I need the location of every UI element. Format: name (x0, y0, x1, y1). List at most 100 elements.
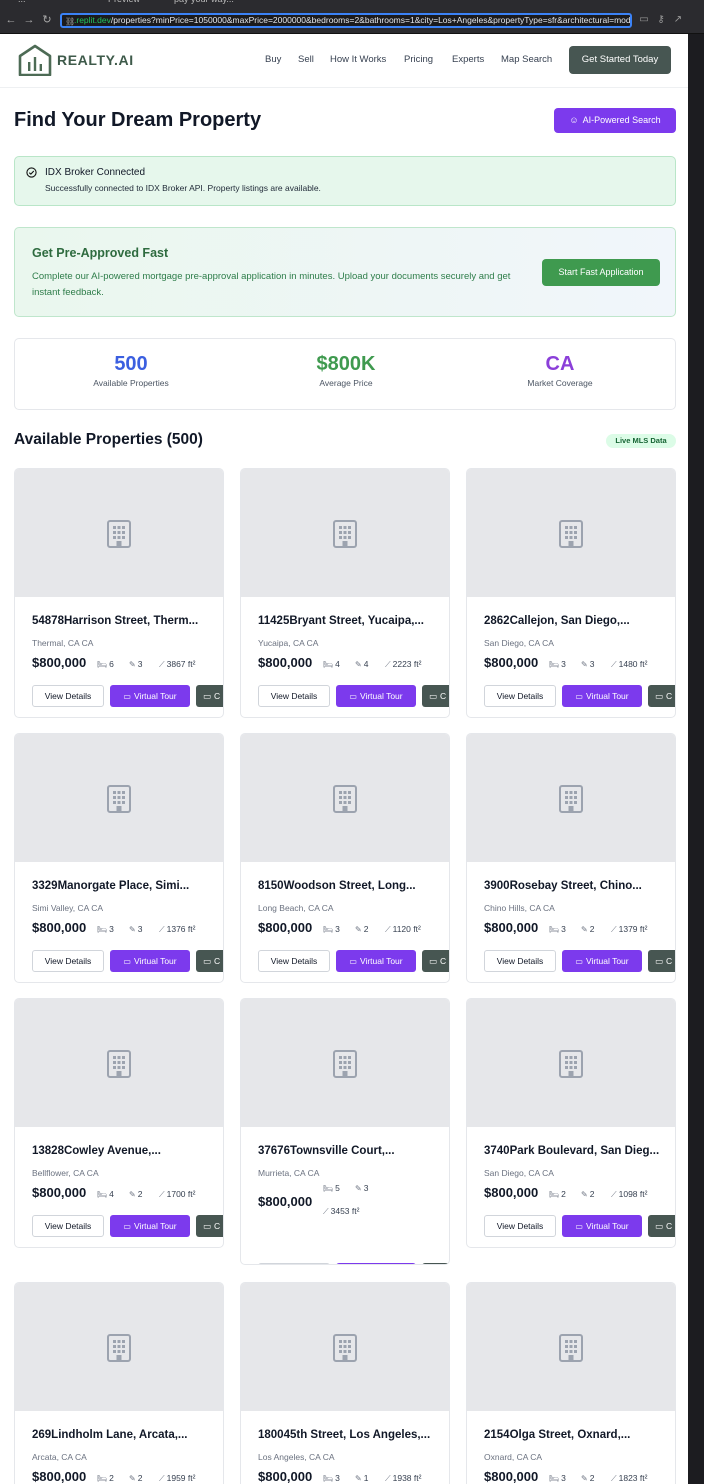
page-viewport: REALTY.AI Buy Sell How It Works Pricing … (0, 34, 688, 1484)
extra-action-label: C (666, 1221, 673, 1231)
virtual-tour-button[interactable]: ▭Virtual Tour (336, 685, 416, 707)
property-card[interactable]: 54878Harrison Street, Therm... Thermal, … (14, 468, 224, 718)
property-card[interactable]: 3329Manorgate Place, Simi... Simi Valley… (14, 733, 224, 983)
property-image-placeholder[interactable] (15, 734, 223, 862)
card-icon: ▭ (203, 956, 212, 966)
nav-pricing[interactable]: Pricing (404, 54, 433, 65)
property-card[interactable]: 3740Park Boulevard, San Dieg... San Dieg… (466, 998, 676, 1248)
url-bar[interactable]: ⛓ .replit.dev/properties?minPrice=105000… (60, 13, 632, 28)
nav-how-it-works[interactable]: How It Works (330, 54, 386, 65)
view-details-button[interactable]: View Details (32, 1215, 104, 1237)
extra-action-button[interactable]: ▭C (196, 1215, 223, 1237)
virtual-tour-button[interactable]: ▭Virtual Tour (336, 1263, 416, 1264)
property-card[interactable]: 2862Callejon, San Diego,... San Diego, C… (466, 468, 676, 718)
property-address[interactable]: 2862Callejon, San Diego,... (484, 615, 672, 627)
virtual-tour-button[interactable]: ▭Virtual Tour (562, 685, 642, 707)
extra-action-button[interactable]: ▭C (422, 685, 449, 707)
property-card[interactable]: 37676Townsville Court,... Murrieta, CA C… (240, 998, 450, 1265)
property-address[interactable]: 3329Manorgate Place, Simi... (32, 880, 220, 892)
view-details-button[interactable]: View Details (32, 685, 104, 707)
property-address[interactable]: 54878Harrison Street, Therm... (32, 615, 220, 627)
browser-tab[interactable]: ... (18, 0, 26, 8)
ai-search-button[interactable]: ☺ AI-Powered Search (554, 108, 676, 133)
property-price: $800,000 (258, 1469, 313, 1484)
property-image-placeholder[interactable] (15, 1283, 223, 1411)
property-card[interactable]: 11425Bryant Street, Yucaipa,... Yucaipa,… (240, 468, 450, 718)
view-details-button[interactable]: View Details (484, 685, 556, 707)
property-image-placeholder[interactable] (241, 734, 449, 862)
property-image-placeholder[interactable] (467, 1283, 675, 1411)
property-address[interactable]: 3740Park Boulevard, San Dieg... (484, 1145, 672, 1157)
property-address[interactable]: 2154Olga Street, Oxnard,... (484, 1429, 672, 1441)
get-started-button[interactable]: Get Started Today (569, 46, 671, 74)
property-address[interactable]: 3900Rosebay Street, Chino... (484, 880, 672, 892)
baths-spec: ✎ 3 (355, 1183, 368, 1193)
view-details-button[interactable]: View Details (484, 1215, 556, 1237)
property-image-placeholder[interactable] (15, 469, 223, 597)
nav-sell[interactable]: Sell (298, 54, 314, 65)
extra-action-button[interactable]: ▭C (196, 685, 223, 707)
nav-buy[interactable]: Buy (265, 54, 281, 65)
property-address[interactable]: 37676Townsville Court,... (258, 1145, 446, 1157)
property-card[interactable]: 269Lindholm Lane, Arcata,... Arcata, CA … (14, 1282, 224, 1484)
sqft-value: 1700 ft² (166, 1189, 196, 1199)
external-link-icon[interactable]: ↗ (672, 14, 684, 26)
property-card[interactable]: 180045th Street, Los Angeles,... Los Ang… (240, 1282, 450, 1484)
baths-spec: ✎ 1 (355, 1473, 368, 1483)
virtual-tour-button[interactable]: ▭Virtual Tour (562, 950, 642, 972)
virtual-tour-button[interactable]: ▭Virtual Tour (336, 950, 416, 972)
forward-icon[interactable]: → (22, 13, 36, 27)
extra-action-button[interactable]: ▭C (422, 1263, 449, 1264)
extra-action-button[interactable]: ▭C (648, 950, 675, 972)
property-image-placeholder[interactable] (241, 1283, 449, 1411)
bed-icon: 🛏 (549, 660, 560, 669)
extra-action-label: C (214, 691, 221, 701)
property-address[interactable]: 269Lindholm Lane, Arcata,... (32, 1429, 220, 1441)
property-address[interactable]: 11425Bryant Street, Yucaipa,... (258, 615, 446, 627)
property-image-placeholder[interactable] (15, 999, 223, 1127)
video-camera-icon: ▭ (575, 957, 583, 966)
property-image-placeholder[interactable] (467, 469, 675, 597)
sqft-value: 2223 ft² (392, 659, 422, 669)
sqft-value: 3453 ft² (330, 1206, 360, 1216)
browser-tab[interactable]: pay your way... (174, 0, 234, 8)
extra-action-button[interactable]: ▭C (422, 950, 449, 972)
screen-icon[interactable]: ▭ (638, 14, 650, 26)
extra-action-button[interactable]: ▭C (196, 950, 223, 972)
view-details-button[interactable]: View Details (258, 685, 330, 707)
virtual-tour-button[interactable]: ▭Virtual Tour (110, 1215, 190, 1237)
property-image-placeholder[interactable] (241, 999, 449, 1127)
property-card[interactable]: 2154Olga Street, Oxnard,... Oxnard, CA C… (466, 1282, 676, 1484)
virtual-tour-button[interactable]: ▭Virtual Tour (110, 685, 190, 707)
key-icon[interactable]: ⚷ (655, 14, 667, 26)
property-image-placeholder[interactable] (241, 469, 449, 597)
property-card[interactable]: 8150Woodson Street, Long... Long Beach, … (240, 733, 450, 983)
logo-text[interactable]: REALTY.AI (57, 52, 134, 68)
property-image-placeholder[interactable] (467, 734, 675, 862)
view-details-button[interactable]: View Details (32, 950, 104, 972)
property-card[interactable]: 3900Rosebay Street, Chino... Chino Hills… (466, 733, 676, 983)
house-chart-logo-icon[interactable] (18, 44, 52, 76)
nav-experts[interactable]: Experts (452, 54, 484, 65)
start-application-button[interactable]: Start Fast Application (542, 259, 660, 286)
sqft-spec: ⟋ 1823 ft² (611, 1473, 647, 1484)
property-address[interactable]: 180045th Street, Los Angeles,... (258, 1429, 446, 1441)
view-details-button[interactable]: View Details (258, 950, 330, 972)
property-address[interactable]: 13828Cowley Avenue,... (32, 1145, 220, 1157)
property-address[interactable]: 8150Woodson Street, Long... (258, 880, 446, 892)
view-details-button[interactable]: View Details (258, 1263, 330, 1264)
virtual-tour-button[interactable]: ▭Virtual Tour (562, 1215, 642, 1237)
reload-icon[interactable]: ↻ (40, 13, 54, 27)
property-image-placeholder[interactable] (467, 999, 675, 1127)
building-icon (559, 785, 583, 813)
back-icon[interactable]: ← (4, 13, 18, 27)
property-card[interactable]: 13828Cowley Avenue,... Bellflower, CA CA… (14, 998, 224, 1248)
browser-tab-active[interactable]: Preview (108, 0, 140, 8)
nav-map-search[interactable]: Map Search (501, 54, 552, 65)
view-details-button[interactable]: View Details (484, 950, 556, 972)
virtual-tour-button[interactable]: ▭Virtual Tour (110, 950, 190, 972)
extra-action-button[interactable]: ▭C (648, 1215, 675, 1237)
virtual-tour-label: Virtual Tour (359, 956, 403, 966)
baths-value: 3 (589, 659, 595, 669)
extra-action-button[interactable]: ▭C (648, 685, 675, 707)
